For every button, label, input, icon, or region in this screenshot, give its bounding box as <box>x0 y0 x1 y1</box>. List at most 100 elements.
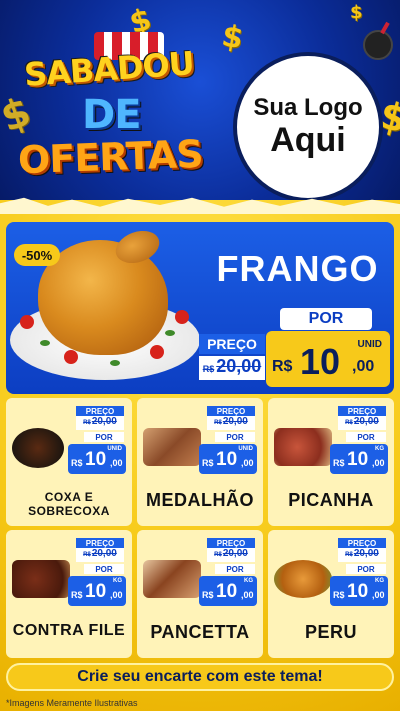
price-cents: ,00 <box>110 590 123 600</box>
product-card[interactable]: PREÇO R$ 20,00 POR UNID R$ 10 ,00 COXA E… <box>6 398 132 526</box>
old-currency: R$ <box>345 420 353 426</box>
old-value: 20,00 <box>353 548 379 559</box>
price-unit: UNID <box>107 446 122 452</box>
product-name: PICANHA <box>288 490 374 510</box>
dollar-icon: $ <box>219 18 246 57</box>
cta-banner[interactable]: Crie seu encarte com este tema! <box>6 663 394 691</box>
hero-product-name: FRANGO <box>216 248 379 289</box>
price-unit: KG <box>244 578 253 584</box>
old-value: 20,00 <box>91 548 117 559</box>
price-cents: ,00 <box>352 358 375 375</box>
old-price: R$ 20,00 <box>338 548 386 562</box>
por-label: POR <box>215 564 255 574</box>
product-grid: PREÇO R$ 20,00 POR UNID R$ 10 ,00 COXA E… <box>6 398 394 658</box>
por-label: POR <box>215 432 255 442</box>
herb-garnish <box>40 340 50 346</box>
hero-old-price: R$ 20,00 <box>199 356 265 380</box>
por-label: POR <box>84 432 124 442</box>
disclaimer-text: *Imagens Meramente Ilustrativas <box>6 698 138 708</box>
product-image <box>274 560 332 598</box>
old-price: R$ 20,00 <box>207 416 255 430</box>
logo-text-1: Sua Logo <box>253 94 363 122</box>
price-unit: KG <box>375 578 384 584</box>
product-image <box>274 428 332 466</box>
por-label: POR <box>346 432 386 442</box>
logo-text-2: Aqui <box>270 121 346 160</box>
price-currency: R$ <box>333 590 345 600</box>
price-cents: ,00 <box>110 458 123 468</box>
product-card[interactable]: PREÇO R$ 20,00 POR KG R$ 10 ,00 CONTRA F… <box>6 530 132 658</box>
product-card[interactable]: PREÇO R$ 20,00 POR KG R$ 10 ,00 PICANHA <box>268 398 394 526</box>
preco-label: PREÇO <box>338 538 386 548</box>
bomb-icon <box>363 30 393 60</box>
herb-garnish <box>165 330 175 336</box>
title-line-3: OFERTAS <box>17 131 204 183</box>
dollar-icon: $ <box>350 2 363 23</box>
price-currency: R$ <box>333 458 345 468</box>
price-currency: R$ <box>71 458 83 468</box>
tomato-garnish <box>20 315 34 329</box>
logo-placeholder[interactable]: Sua Logo Aqui <box>233 52 383 202</box>
price-value: 10 <box>216 581 238 602</box>
new-price: UNID R$ 10 ,00 <box>199 444 257 474</box>
old-price: R$ 20,00 <box>76 416 124 430</box>
new-price: KG R$ 10 ,00 <box>68 576 126 606</box>
product-image <box>143 428 201 466</box>
product-image <box>12 428 64 468</box>
price-value: 10 <box>85 449 107 470</box>
hero-por-label: POR <box>280 308 372 330</box>
price-currency: R$ <box>202 590 214 600</box>
old-currency: R$ <box>214 552 222 558</box>
por-label: POR <box>346 564 386 574</box>
herb-garnish <box>110 360 120 366</box>
price-currency: R$ <box>272 358 293 375</box>
old-value: 20,00 <box>216 356 262 376</box>
old-value: 20,00 <box>222 416 248 427</box>
price-cents: ,00 <box>241 590 254 600</box>
product-name: COXA E SOBRECOXA <box>28 490 110 519</box>
old-price: R$ 20,00 <box>338 416 386 430</box>
price-unit: KG <box>113 578 122 584</box>
old-currency: R$ <box>214 420 222 426</box>
preco-label: PREÇO <box>76 538 124 548</box>
old-currency: R$ <box>345 552 353 558</box>
price-value: 10 <box>347 449 369 470</box>
tomato-garnish <box>150 345 164 359</box>
price-cents: ,00 <box>241 458 254 468</box>
preco-label: PREÇO <box>76 406 124 416</box>
new-price: KG R$ 10 ,00 <box>330 576 388 606</box>
discount-badge: -50% <box>14 244 60 266</box>
price-currency: R$ <box>71 590 83 600</box>
price-unit: KG <box>375 446 384 452</box>
product-name: CONTRA FILE <box>12 622 126 639</box>
product-card[interactable]: PREÇO R$ 20,00 POR KG R$ 10 ,00 PANCETTA <box>137 530 263 658</box>
old-price: R$ 20,00 <box>207 548 255 562</box>
title-line-1: SABADOU <box>22 44 195 94</box>
price-value: 10 <box>85 581 107 602</box>
price-value: 10 <box>347 581 369 602</box>
product-card[interactable]: PREÇO R$ 20,00 POR UNID R$ 10 ,00 MEDALH… <box>137 398 263 526</box>
price-value: 10 <box>300 341 341 382</box>
campaign-title: SABADOU DE OFERTAS <box>14 30 214 190</box>
price-cents: ,00 <box>372 590 385 600</box>
old-value: 20,00 <box>353 416 379 427</box>
price-unit: UNID <box>238 446 253 452</box>
preco-label: PREÇO <box>207 406 255 416</box>
product-name: MEDALHÃO <box>146 490 254 510</box>
old-currency: R$ <box>83 552 91 558</box>
price-currency: R$ <box>202 458 214 468</box>
price-cents: ,00 <box>372 458 385 468</box>
new-price: KG R$ 10 ,00 <box>199 576 257 606</box>
price-unit: UNID <box>357 339 382 350</box>
new-price: UNID R$ 10 ,00 <box>68 444 126 474</box>
hero-preco-label: PREÇO <box>199 334 265 354</box>
product-image <box>12 560 70 598</box>
preco-label: PREÇO <box>338 406 386 416</box>
old-price: R$ 20,00 <box>76 548 124 562</box>
product-name: PANCETTA <box>150 622 250 642</box>
tomato-garnish <box>64 350 78 364</box>
tomato-garnish <box>175 310 189 324</box>
product-image <box>143 560 201 598</box>
price-value: 10 <box>216 449 238 470</box>
hero-new-price: UNID R$ 10 ,00 <box>266 331 390 387</box>
